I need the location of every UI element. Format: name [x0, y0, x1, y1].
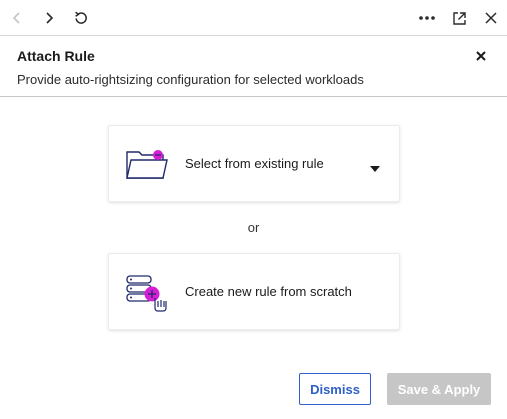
or-separator: or — [247, 220, 260, 235]
open-in-new-window-icon[interactable] — [447, 6, 471, 30]
more-horizontal-icon[interactable] — [415, 6, 439, 30]
caret-down-icon[interactable] — [369, 160, 381, 172]
dismiss-button[interactable]: Dismiss — [299, 373, 371, 405]
dialog-title: Attach Rule — [17, 48, 95, 64]
chevron-left-icon[interactable] — [5, 6, 29, 30]
folder-icon — [125, 146, 169, 184]
window-toolbar — [0, 0, 507, 36]
dialog-header: Attach Rule Provide auto-rightsizing con… — [0, 37, 507, 97]
refresh-icon[interactable] — [69, 6, 93, 30]
select-existing-rule-label: Select from existing rule — [185, 156, 324, 171]
save-and-apply-button[interactable]: Save & Apply — [387, 373, 491, 405]
select-existing-rule-card[interactable]: Select from existing rule — [108, 125, 400, 202]
close-icon[interactable] — [479, 6, 503, 30]
server-add-icon — [125, 274, 169, 312]
chevron-right-icon[interactable] — [37, 6, 61, 30]
dialog-subtitle: Provide auto-rightsizing configuration f… — [17, 72, 364, 87]
dialog-close-icon[interactable] — [472, 47, 490, 65]
create-new-rule-label: Create new rule from scratch — [185, 284, 352, 299]
create-new-rule-card[interactable]: Create new rule from scratch — [108, 253, 400, 330]
